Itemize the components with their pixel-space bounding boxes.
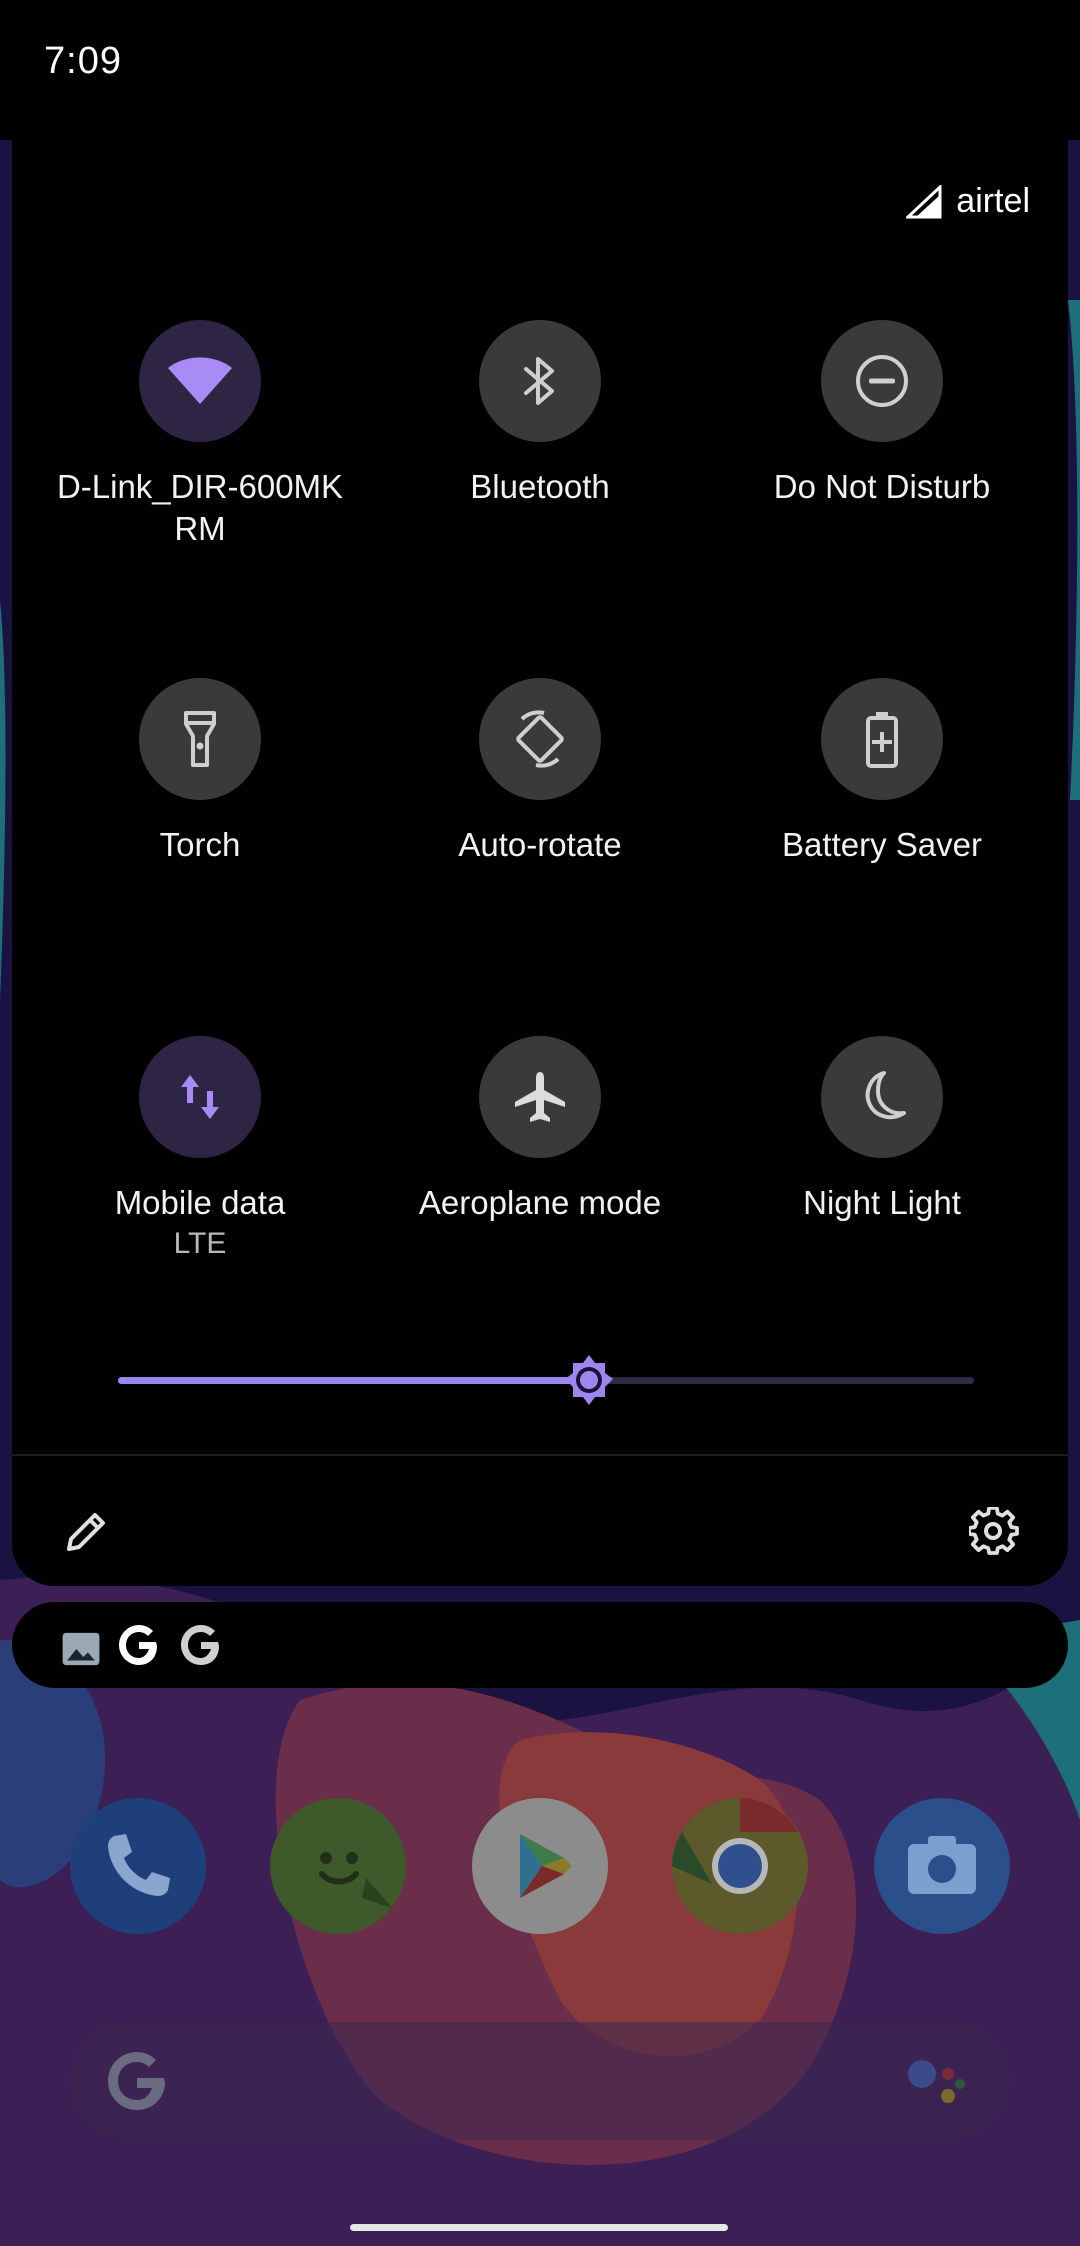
carrier-name: airtel — [956, 182, 1030, 220]
battery-saver-icon — [866, 712, 898, 768]
torch-icon — [184, 711, 216, 767]
tile-torch-button[interactable] — [139, 678, 261, 800]
tile-bluetooth[interactable]: Bluetooth — [370, 320, 710, 508]
tile-mobile-data-sub: LTE — [173, 1227, 227, 1260]
tile-auto-rotate-button[interactable] — [479, 678, 601, 800]
play-store-app[interactable] — [472, 1798, 608, 1934]
wifi-icon — [168, 357, 232, 404]
tile-battery-saver[interactable]: Battery Saver — [712, 678, 1052, 866]
carrier-info: airtel — [906, 182, 1030, 221]
bluetooth-icon — [524, 357, 554, 405]
status-bar: 7:09 — [0, 0, 1080, 140]
tile-aeroplane-label: Aeroplane mode — [418, 1184, 662, 1221]
gear-icon — [969, 1507, 1019, 1555]
quick-settings-panel: airtel D-Link_DIR-600MK RM Bluetooth Do … — [12, 120, 1068, 1586]
google-icon — [181, 1625, 219, 1665]
tile-auto-rotate-label: Auto-rotate — [458, 826, 622, 863]
play-store-icon — [520, 1834, 572, 1898]
edit-button[interactable] — [48, 1494, 124, 1570]
messages-icon — [319, 1852, 392, 1908]
tile-dnd[interactable]: Do Not Disturb — [712, 320, 1052, 508]
tile-mobile-data-label: Mobile data — [114, 1184, 286, 1221]
tile-battery-saver-button[interactable] — [821, 678, 943, 800]
divider — [12, 1454, 1068, 1456]
notification-icons-strip[interactable] — [12, 1602, 1068, 1688]
night-light-icon — [865, 1071, 906, 1120]
google-search-bar[interactable] — [70, 2022, 1010, 2140]
tile-night-light-button[interactable] — [821, 1036, 943, 1158]
mobile-data-icon — [181, 1075, 219, 1119]
pencil-icon — [67, 1513, 105, 1551]
chrome-app[interactable] — [672, 1798, 808, 1934]
aeroplane-icon — [515, 1072, 565, 1122]
tile-wifi[interactable]: D-Link_DIR-600MK RM — [30, 320, 370, 550]
messages-app[interactable] — [270, 1798, 406, 1934]
tile-night-light[interactable]: Night Light — [712, 1036, 1052, 1224]
phone-icon — [108, 1834, 170, 1896]
tile-aeroplane-button[interactable] — [479, 1036, 601, 1158]
google-icon — [119, 1625, 157, 1665]
tile-dnd-button[interactable] — [821, 320, 943, 442]
tile-dnd-label: Do Not Disturb — [773, 468, 991, 505]
tile-wifi-button[interactable] — [139, 320, 261, 442]
camera-app[interactable] — [874, 1798, 1010, 1934]
signal-icon — [906, 184, 942, 218]
tile-battery-saver-label: Battery Saver — [782, 826, 982, 863]
tile-bluetooth-button[interactable] — [479, 320, 601, 442]
tile-bluetooth-label: Bluetooth — [470, 468, 610, 505]
tile-auto-rotate[interactable]: Auto-rotate — [370, 678, 710, 866]
tile-night-light-label: Night Light — [803, 1184, 961, 1221]
status-time: 7:09 — [44, 40, 122, 82]
tile-mobile-data-button[interactable] — [139, 1036, 261, 1158]
tile-torch[interactable]: Torch — [30, 678, 370, 866]
settings-button[interactable] — [956, 1494, 1032, 1570]
do-not-disturb-icon — [856, 355, 908, 407]
image-icon — [62, 1632, 100, 1666]
brightness-icon[interactable] — [559, 1350, 619, 1410]
brightness-fill — [118, 1377, 589, 1384]
tile-aeroplane[interactable]: Aeroplane mode — [370, 1036, 710, 1224]
chrome-icon — [672, 1798, 798, 1894]
tile-mobile-data[interactable]: Mobile data LTE — [30, 1036, 370, 1264]
camera-icon — [908, 1836, 976, 1894]
google-logo-icon — [108, 2052, 165, 2110]
assistant-icon[interactable] — [902, 2052, 972, 2112]
tile-wifi-label: D-Link_DIR-600MK RM — [56, 468, 344, 547]
brightness-slider[interactable] — [110, 1350, 982, 1410]
tile-torch-label: Torch — [159, 826, 241, 863]
phone-app[interactable] — [70, 1798, 206, 1934]
navigation-handle[interactable] — [350, 2224, 728, 2231]
auto-rotate-icon — [516, 710, 564, 768]
